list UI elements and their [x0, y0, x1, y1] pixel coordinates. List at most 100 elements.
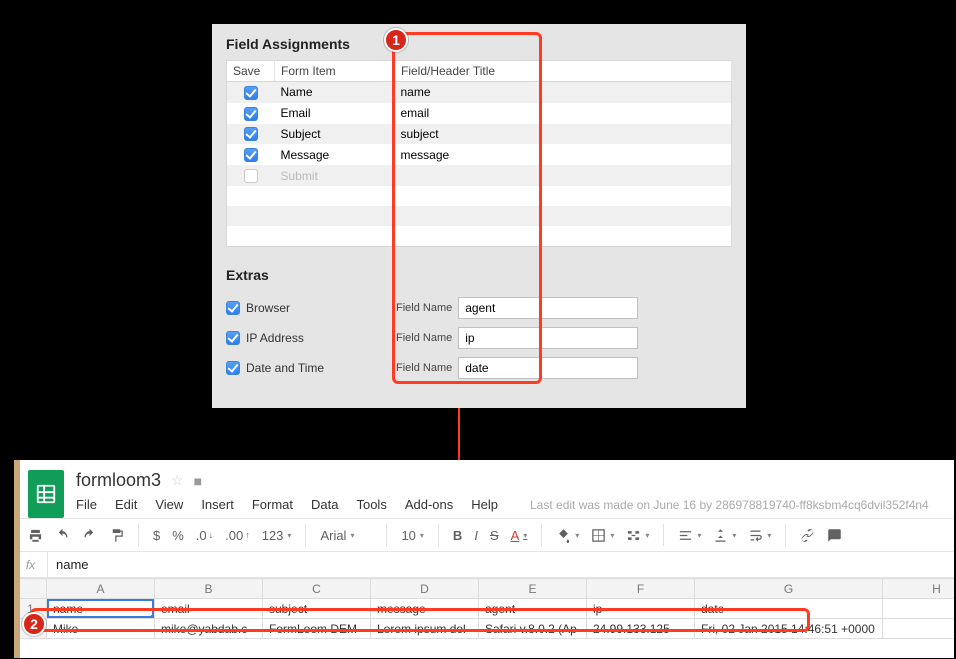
spreadsheet-grid[interactable]: A B C D E F G H I 1 name email subject m…	[14, 578, 954, 639]
redo-icon[interactable]	[78, 526, 101, 545]
header-cell[interactable]: name	[395, 82, 732, 103]
bold-button[interactable]: B	[449, 526, 466, 545]
annotation-badge-1: 1	[384, 28, 408, 52]
col-header[interactable]: H	[883, 579, 955, 599]
menu-data[interactable]: Data	[311, 497, 338, 512]
italic-button[interactable]: I	[470, 526, 482, 545]
form-item-cell[interactable]: Subject	[275, 124, 395, 145]
save-checkbox[interactable]	[244, 86, 258, 100]
col-header[interactable]: B	[155, 579, 263, 599]
grid-row[interactable]: 2 Mike mike@yabdab.c FormLoom DEM Lorem …	[15, 619, 955, 639]
borders-button[interactable]	[587, 526, 618, 545]
menu-view[interactable]: View	[155, 497, 183, 512]
cell[interactable]: agent	[479, 599, 587, 619]
cell[interactable]	[883, 599, 955, 619]
form-item-cell[interactable]: Submit	[275, 165, 395, 186]
h-align-button[interactable]	[674, 526, 705, 545]
number-format-dropdown[interactable]: 123	[258, 526, 296, 545]
paint-format-icon[interactable]	[105, 526, 128, 545]
fx-value[interactable]: name	[48, 557, 89, 572]
menu-addons[interactable]: Add-ons	[405, 497, 453, 512]
merge-button[interactable]	[622, 526, 653, 545]
table-row[interactable]: Message message	[227, 144, 732, 165]
col-header[interactable]: D	[371, 579, 479, 599]
save-checkbox[interactable]	[244, 169, 258, 183]
form-item-cell[interactable]: Message	[275, 144, 395, 165]
cell[interactable]: subject	[263, 599, 371, 619]
cell[interactable]: date	[695, 599, 883, 619]
header-cell[interactable]: message	[395, 144, 732, 165]
col-header[interactable]: C	[263, 579, 371, 599]
check-icon[interactable]	[226, 331, 240, 345]
cell[interactable]: mike@yabdab.c	[155, 619, 263, 639]
link-icon[interactable]	[796, 526, 819, 545]
cell[interactable]: message	[371, 599, 479, 619]
menu-insert[interactable]: Insert	[201, 497, 234, 512]
form-item-cell[interactable]: Email	[275, 103, 395, 124]
sheets-app-icon[interactable]	[28, 470, 64, 518]
font-size-dropdown[interactable]: 10	[397, 526, 427, 545]
form-item-cell[interactable]: Name	[275, 82, 395, 103]
check-icon[interactable]	[226, 361, 240, 375]
menu-help[interactable]: Help	[471, 497, 498, 512]
col-save[interactable]: Save	[227, 61, 275, 82]
v-align-button[interactable]	[709, 526, 740, 545]
cell[interactable]: Fri, 02 Jan 2015 14:46:51 +0000	[695, 619, 883, 639]
header-cell[interactable]: subject	[395, 124, 732, 145]
currency-button[interactable]: $	[149, 526, 164, 545]
browser-checkbox-label[interactable]: Browser	[226, 301, 396, 315]
table-row[interactable]: Name name	[227, 82, 732, 103]
cell[interactable]: 24.99.133.125	[587, 619, 695, 639]
col-header[interactable]: F	[587, 579, 695, 599]
browser-field-input[interactable]	[458, 297, 638, 319]
header-cell[interactable]	[395, 165, 732, 186]
cell[interactable]	[883, 619, 955, 639]
cell[interactable]: ip	[587, 599, 695, 619]
col-header[interactable]: A	[47, 579, 155, 599]
doc-title[interactable]: formloom3	[76, 470, 161, 491]
star-icon[interactable]: ☆	[171, 472, 184, 489]
cell[interactable]: email	[155, 599, 263, 619]
save-checkbox[interactable]	[244, 107, 258, 121]
dec-increase-button[interactable]: .00↑	[221, 526, 254, 545]
save-checkbox[interactable]	[244, 148, 258, 162]
undo-icon[interactable]	[51, 526, 74, 545]
table-row[interactable]: Subject subject	[227, 124, 732, 145]
cell[interactable]: Lorem ipsum dol	[371, 619, 479, 639]
save-checkbox[interactable]	[244, 127, 258, 141]
folder-icon[interactable]: ■	[194, 473, 202, 489]
percent-button[interactable]: %	[168, 526, 188, 545]
table-row[interactable]: Email email	[227, 103, 732, 124]
menu-format[interactable]: Format	[252, 497, 293, 512]
cell[interactable]: Safari v.8.0.2 (Ap	[479, 619, 587, 639]
col-header[interactable]: Field/Header Title	[395, 61, 732, 82]
last-edit-text[interactable]: Last edit was made on June 16 by 2869788…	[530, 498, 929, 512]
header-cell[interactable]: email	[395, 103, 732, 124]
print-icon[interactable]	[24, 526, 47, 545]
menu-tools[interactable]: Tools	[356, 497, 386, 512]
col-header[interactable]: G	[695, 579, 883, 599]
date-field-input[interactable]	[458, 357, 638, 379]
text-color-button[interactable]: A	[507, 526, 532, 545]
menu-edit[interactable]: Edit	[115, 497, 137, 512]
field-assignments-heading: Field Assignments	[226, 36, 732, 52]
comment-icon[interactable]	[823, 526, 846, 545]
cell[interactable]: FormLoom DEM	[263, 619, 371, 639]
ip-field-input[interactable]	[458, 327, 638, 349]
table-row[interactable]: Submit	[227, 165, 732, 186]
browser-frame-edge	[14, 460, 20, 658]
cell-A1[interactable]: name	[47, 599, 155, 619]
dec-decrease-button[interactable]: .0↓	[192, 526, 217, 545]
grid-row[interactable]: 1 name email subject message agent ip da…	[15, 599, 955, 619]
col-header[interactable]: E	[479, 579, 587, 599]
ip-checkbox-label[interactable]: IP Address	[226, 331, 396, 345]
menu-file[interactable]: File	[76, 497, 97, 512]
font-dropdown[interactable]: Arial	[316, 526, 376, 545]
strike-button[interactable]: S	[486, 526, 503, 545]
date-checkbox-label[interactable]: Date and Time	[226, 361, 396, 375]
fill-color-button[interactable]	[552, 526, 583, 545]
check-icon[interactable]	[226, 301, 240, 315]
col-form[interactable]: Form Item	[275, 61, 395, 82]
wrap-button[interactable]	[744, 526, 775, 545]
cell[interactable]: Mike	[47, 619, 155, 639]
